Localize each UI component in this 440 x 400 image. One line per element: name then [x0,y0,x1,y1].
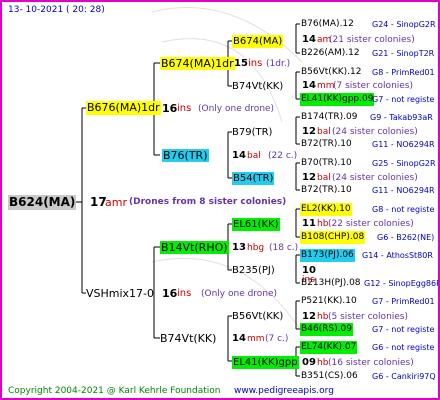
lvl4-4-ref: G9 - Takab93aR [370,113,433,122]
lvl4-11-name[interactable]: B213H(PJ).08 [301,277,361,290]
lvl2-1-name[interactable]: B76(TR) [162,149,209,162]
lvl4-5-ref: G11 - NO6294R [372,140,435,149]
lvl3-6-num: 12 [302,311,316,322]
pedigree-frame: 13- 10-2021 ( 20: 28) B624(MA) 17 amr (D… [0,0,440,400]
root-note: (Drones from 8 sister colonies) [129,197,287,207]
lvl4-12-name[interactable]: P521(KK).10 [301,295,357,308]
lvl1-bottom-name[interactable]: VSHmix17-0 [86,287,154,300]
lvl4-11-ref: G12 - SinopEgg86R [364,279,440,288]
lvl4-4-name[interactable]: B174(TR).09 [301,111,357,124]
lvl3-0-name[interactable]: B674(MA) [232,35,284,48]
lvl1-top-unit: ins [177,103,192,114]
lvl4-3-name[interactable]: EL41(KK)gpp.09 [300,93,375,106]
lvl3-0-note: (21 sister colonies) [329,35,415,45]
lvl4-0-ref: G24 - SinopG2R [372,20,436,29]
lvl2-3-unit: mm [247,334,265,344]
root-queen[interactable]: B624(MA) [8,195,77,210]
lvl1-bottom-note: (Only one drone) [201,289,278,299]
lvl4-7-name[interactable]: B72(TR).10 [301,184,352,197]
lvl4-7-ref: G11 - NO6294R [372,186,435,195]
lvl2-3-num: 14 [232,333,246,344]
lvl2-3-note: (7 c.) [265,334,289,344]
lvl3-4-note: (22 sister colonies) [328,219,414,229]
lvl3-2-num: 12 [302,126,316,137]
lvl4-6-ref: G25 - SinopG2R [372,159,436,168]
lvl2-2-name[interactable]: B14Vt(RHO) [160,241,229,254]
lvl4-13-name[interactable]: B46(RS).09 [300,323,353,336]
lvl3-4-num: 11 [302,218,316,229]
lvl3-7-unit: hb [317,358,329,368]
copyright-text: Copyright 2004-2021 @ Karl Kehrle Founda… [8,386,221,396]
date-stamp: 13- 10-2021 ( 20: 28) [8,5,105,15]
lvl4-9-ref: G6 - B262(NE) [377,233,435,242]
lvl3-4-unit: hb [317,219,329,229]
lvl3-5-name[interactable]: B235(PJ) [232,264,275,277]
lvl3-1-unit: mm [317,81,335,91]
lvl4-8-name[interactable]: EL2(KK).10 [300,203,352,216]
lvl1-top-name[interactable]: B676(MA)1dr [86,101,161,115]
lvl4-1-name[interactable]: B226(AM).12 [301,47,360,60]
lvl4-5-name[interactable]: B72(TR).10 [301,138,352,151]
lvl3-0-num: 14 [302,34,316,45]
lvl3-1-name[interactable]: B74Vt(KK) [232,80,283,93]
lvl3-1-num: 14 [302,80,316,91]
lvl4-10-ref: G14 - AthosSt80R [362,251,433,260]
lvl2-0-unit: ins [248,58,263,69]
lvl4-10-name[interactable]: B173(PJ).06 [300,249,355,262]
lvl3-4-name[interactable]: EL61(KK) [232,218,280,231]
lvl2-1-num: 14 [232,150,246,161]
lvl4-14-ref: G6 - not registe [372,343,435,352]
lvl3-7-num: 09 [302,357,316,368]
lvl3-2-name[interactable]: B79(TR) [232,126,272,139]
lvl4-9-name[interactable]: B108(CHP).08 [300,231,366,244]
lvl2-2-num: 13 [232,242,246,253]
lvl2-0-num: 15 [234,58,248,69]
lvl4-2-ref: G8 - PrimRed01 [372,68,435,77]
lvl4-6-name[interactable]: B70(TR).10 [301,157,352,170]
lvl4-0-name[interactable]: B76(MA).12 [301,18,354,31]
lvl3-6-name[interactable]: B56Vt(KK) [232,310,283,323]
lvl4-8-ref: G8 - not registe [372,205,435,214]
lvl4-15-ref: G6 - Cankiri97Q [372,372,436,381]
lvl4-12-ref: G7 - PrimRed01 [372,297,435,306]
lvl2-0-name[interactable]: B674(MA)1dr [160,57,235,70]
lvl2-2-unit: hbg [247,243,265,253]
lvl3-3-num: 12 [302,172,316,183]
website-link[interactable]: www.pedigreeapis.org [234,385,334,398]
lvl4-14-name[interactable]: EL74(KK).07 [300,341,358,354]
lvl3-1-note: (7 sister colonies) [333,81,414,91]
lvl3-7-note: (16 sister colonies) [328,358,414,368]
lvl3-7-name[interactable]: EL41(KK)gpp [232,356,299,369]
lvl4-1-ref: G21 - SinopT2R [372,49,435,58]
lvl4-2-name[interactable]: B56Vt(KK).12 [301,66,361,79]
lvl4-15-name[interactable]: B351(CS).06 [301,370,358,383]
lvl1-bottom-num: 16 [162,287,178,300]
lvl2-1-unit: bal [247,151,261,161]
lvl2-1-note: (22 c.) [268,151,298,161]
lvl1-bottom-unit: ins [177,288,192,299]
root-unit: amr [105,196,127,209]
lvl1-top-num: 16 [162,102,178,115]
lvl2-2-note: (18 c.) [269,243,299,253]
lvl3-3-name[interactable]: B54(TR) [232,172,275,185]
lvl4-3-ref: G7 - not registe [372,95,435,104]
lvl4-13-ref: G7 - not registe [372,325,435,334]
lvl1-top-note: (Only one drone) [198,104,275,114]
lvl2-0-note: (1dr.) [266,59,291,69]
lvl2-3-name[interactable]: B74Vt(KK) [160,332,216,345]
